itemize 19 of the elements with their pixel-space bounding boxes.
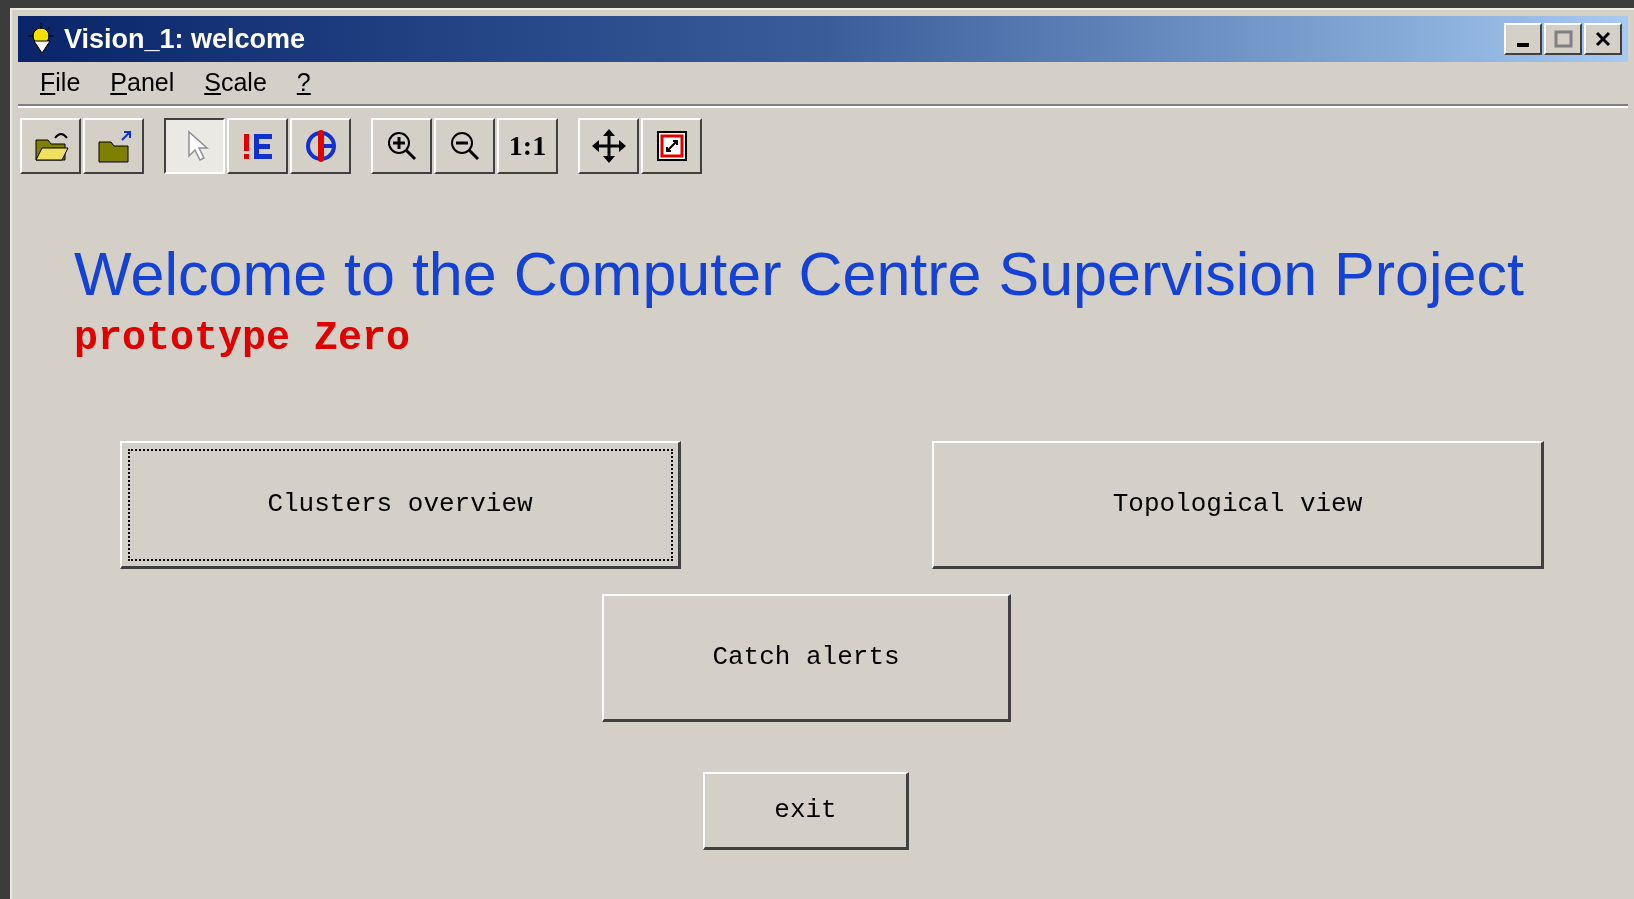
toolbar-button[interactable] <box>164 118 225 174</box>
maximize-icon <box>1553 30 1573 48</box>
menu-item[interactable]: ? <box>296 64 311 102</box>
window-title: Vision_1: welcome <box>64 22 306 56</box>
action-button[interactable]: Catch alerts <box>602 594 1011 722</box>
folder-icon <box>95 128 132 164</box>
move-icon <box>590 128 627 164</box>
close-button[interactable] <box>1584 23 1622 55</box>
menu-item[interactable]: Scale <box>204 64 267 102</box>
menu-item[interactable]: File <box>40 64 81 102</box>
action-button[interactable]: Clusters overview <box>120 441 681 569</box>
menu-item[interactable]: Panel <box>110 64 175 102</box>
actual-size-button[interactable]: 1:1 <box>497 118 558 174</box>
action-button[interactable]: exit <box>703 772 909 850</box>
action-button[interactable]: Topological view <box>932 441 1544 569</box>
subtitle: prototype Zero <box>74 319 412 359</box>
minimize-button[interactable] <box>1504 23 1542 55</box>
minimize-icon <box>1517 43 1529 47</box>
close-icon <box>1593 30 1613 48</box>
